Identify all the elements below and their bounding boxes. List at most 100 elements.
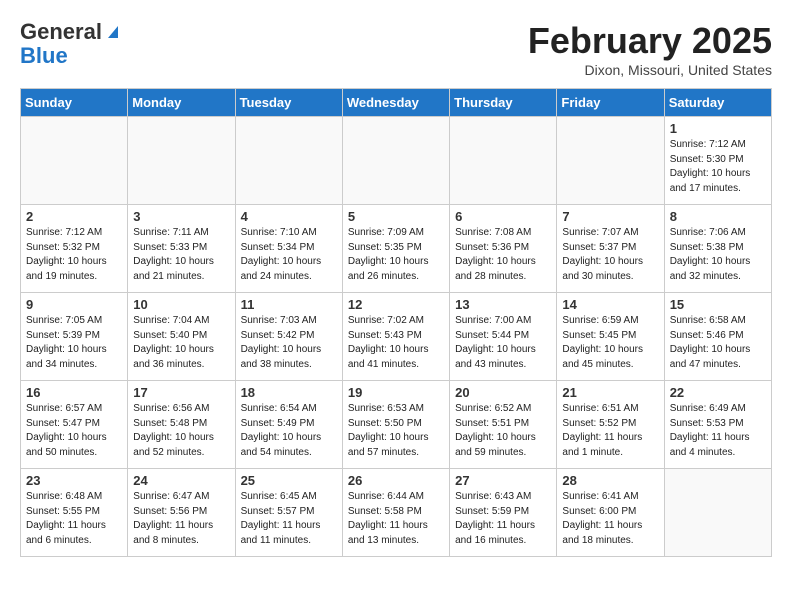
- calendar-cell: [235, 117, 342, 205]
- day-info: Sunrise: 7:00 AM Sunset: 5:44 PM Dayligh…: [455, 314, 551, 372]
- day-number: 21: [562, 385, 658, 400]
- day-info: Sunrise: 6:45 AM Sunset: 5:57 PM Dayligh…: [241, 490, 337, 548]
- calendar-cell: 24Sunrise: 6:47 AM Sunset: 5:56 PM Dayli…: [128, 469, 235, 557]
- day-number: 17: [133, 385, 229, 400]
- day-info: Sunrise: 6:56 AM Sunset: 5:48 PM Dayligh…: [133, 402, 229, 460]
- day-number: 18: [241, 385, 337, 400]
- calendar-cell: 8 Sunrise: 7:06 AM Sunset: 5:38 PM Daylig…: [664, 205, 771, 293]
- day-number: 6: [455, 209, 551, 224]
- calendar-cell: 17 Sunrise: 6:56 AM Sunset: 5:48 PM Dayli…: [128, 381, 235, 469]
- day-number: 14: [562, 297, 658, 312]
- day-info: Sunrise: 6:44 AM Sunset: 5:58 PM Dayligh…: [348, 490, 444, 548]
- day-number: 5: [348, 209, 444, 224]
- day-info: Sunrise: 6:48 AM Sunset: 5:55 PM Dayligh…: [26, 490, 122, 548]
- day-number: 15: [670, 297, 766, 312]
- day-number: 22: [670, 385, 766, 400]
- calendar-cell: [557, 117, 664, 205]
- calendar-cell: [128, 117, 235, 205]
- calendar-week-row: 9 Sunrise: 7:05 AM Sunset: 5:39 PM Daylig…: [21, 293, 772, 381]
- calendar-day-header: Saturday: [664, 89, 771, 117]
- title-block: February 2025 Dixon, Missouri, United St…: [528, 20, 772, 78]
- day-number: 4: [241, 209, 337, 224]
- logo: General Blue: [20, 20, 122, 68]
- logo-general-text: General: [20, 20, 102, 44]
- logo-icon: [104, 22, 122, 40]
- location-text: Dixon, Missouri, United States: [528, 62, 772, 78]
- day-info: Sunrise: 6:57 AM Sunset: 5:47 PM Dayligh…: [26, 402, 122, 460]
- day-info: Sunrise: 6:53 AM Sunset: 5:50 PM Dayligh…: [348, 402, 444, 460]
- calendar-week-row: 16 Sunrise: 6:57 AM Sunset: 5:47 PM Dayli…: [21, 381, 772, 469]
- calendar-day-header: Tuesday: [235, 89, 342, 117]
- calendar-cell: 13Sunrise: 7:00 AM Sunset: 5:44 PM Dayli…: [450, 293, 557, 381]
- calendar-cell: 5 Sunrise: 7:09 AM Sunset: 5:35 PM Daylig…: [342, 205, 449, 293]
- day-number: 11: [241, 297, 337, 312]
- day-info: Sunrise: 6:59 AM Sunset: 5:45 PM Dayligh…: [562, 314, 658, 372]
- calendar-cell: 18 Sunrise: 6:54 AM Sunset: 5:49 PM Dayli…: [235, 381, 342, 469]
- calendar-cell: 6 Sunrise: 7:08 AM Sunset: 5:36 PM Daylig…: [450, 205, 557, 293]
- day-info: Sunrise: 6:49 AM Sunset: 5:53 PM Dayligh…: [670, 402, 766, 460]
- day-number: 28: [562, 473, 658, 488]
- day-info: Sunrise: 7:07 AM Sunset: 5:37 PM Dayligh…: [562, 226, 658, 284]
- day-number: 26: [348, 473, 444, 488]
- calendar-cell: 23 Sunrise: 6:48 AM Sunset: 5:55 PM Dayli…: [21, 469, 128, 557]
- calendar-day-header: Thursday: [450, 89, 557, 117]
- calendar-cell: 16 Sunrise: 6:57 AM Sunset: 5:47 PM Dayli…: [21, 381, 128, 469]
- month-title: February 2025: [528, 20, 772, 62]
- day-number: 2: [26, 209, 122, 224]
- calendar-cell: [342, 117, 449, 205]
- logo-blue-text: Blue: [20, 43, 68, 68]
- day-number: 7: [562, 209, 658, 224]
- day-number: 23: [26, 473, 122, 488]
- calendar-table: SundayMondayTuesdayWednesdayThursdayFrid…: [20, 88, 772, 557]
- calendar-week-row: 1 Sunrise: 7:12 AM Sunset: 5:30 PM Daylig…: [21, 117, 772, 205]
- day-info: Sunrise: 7:09 AM Sunset: 5:35 PM Dayligh…: [348, 226, 444, 284]
- day-info: Sunrise: 7:05 AM Sunset: 5:39 PM Dayligh…: [26, 314, 122, 372]
- day-info: Sunrise: 7:12 AM Sunset: 5:30 PM Dayligh…: [670, 138, 766, 196]
- calendar-day-header: Wednesday: [342, 89, 449, 117]
- calendar-cell: 2 Sunrise: 7:12 AM Sunset: 5:32 PM Daylig…: [21, 205, 128, 293]
- calendar-cell: 15Sunrise: 6:58 AM Sunset: 5:46 PM Dayli…: [664, 293, 771, 381]
- calendar-day-header: Sunday: [21, 89, 128, 117]
- day-info: Sunrise: 7:02 AM Sunset: 5:43 PM Dayligh…: [348, 314, 444, 372]
- day-info: Sunrise: 6:41 AM Sunset: 6:00 PM Dayligh…: [562, 490, 658, 548]
- calendar-header-row: SundayMondayTuesdayWednesdayThursdayFrid…: [21, 89, 772, 117]
- day-info: Sunrise: 7:06 AM Sunset: 5:38 PM Dayligh…: [670, 226, 766, 284]
- day-number: 9: [26, 297, 122, 312]
- day-info: Sunrise: 6:54 AM Sunset: 5:49 PM Dayligh…: [241, 402, 337, 460]
- calendar-cell: 1 Sunrise: 7:12 AM Sunset: 5:30 PM Daylig…: [664, 117, 771, 205]
- calendar-cell: 4 Sunrise: 7:10 AM Sunset: 5:34 PM Daylig…: [235, 205, 342, 293]
- calendar-cell: 3 Sunrise: 7:11 AM Sunset: 5:33 PM Daylig…: [128, 205, 235, 293]
- calendar-day-header: Friday: [557, 89, 664, 117]
- calendar-cell: [450, 117, 557, 205]
- day-number: 10: [133, 297, 229, 312]
- calendar-cell: 9 Sunrise: 7:05 AM Sunset: 5:39 PM Daylig…: [21, 293, 128, 381]
- calendar-day-header: Monday: [128, 89, 235, 117]
- day-info: Sunrise: 7:10 AM Sunset: 5:34 PM Dayligh…: [241, 226, 337, 284]
- day-info: Sunrise: 7:11 AM Sunset: 5:33 PM Dayligh…: [133, 226, 229, 284]
- day-info: Sunrise: 7:08 AM Sunset: 5:36 PM Dayligh…: [455, 226, 551, 284]
- day-info: Sunrise: 6:51 AM Sunset: 5:52 PM Dayligh…: [562, 402, 658, 460]
- day-info: Sunrise: 6:52 AM Sunset: 5:51 PM Dayligh…: [455, 402, 551, 460]
- day-number: 16: [26, 385, 122, 400]
- calendar-cell: [664, 469, 771, 557]
- day-number: 3: [133, 209, 229, 224]
- day-number: 27: [455, 473, 551, 488]
- page-header: General Blue February 2025 Dixon, Missou…: [20, 20, 772, 78]
- calendar-cell: 21 Sunrise: 6:51 AM Sunset: 5:52 PM Dayli…: [557, 381, 664, 469]
- day-number: 1: [670, 121, 766, 136]
- day-number: 8: [670, 209, 766, 224]
- day-info: Sunrise: 7:03 AM Sunset: 5:42 PM Dayligh…: [241, 314, 337, 372]
- day-number: 24: [133, 473, 229, 488]
- calendar-cell: 26 Sunrise: 6:44 AM Sunset: 5:58 PM Dayli…: [342, 469, 449, 557]
- calendar-cell: 11 Sunrise: 7:03 AM Sunset: 5:42 PM Dayli…: [235, 293, 342, 381]
- day-number: 19: [348, 385, 444, 400]
- calendar-cell: 22 Sunrise: 6:49 AM Sunset: 5:53 PM Dayli…: [664, 381, 771, 469]
- calendar-cell: 19 Sunrise: 6:53 AM Sunset: 5:50 PM Dayli…: [342, 381, 449, 469]
- day-info: Sunrise: 6:43 AM Sunset: 5:59 PM Dayligh…: [455, 490, 551, 548]
- calendar-cell: 20 Sunrise: 6:52 AM Sunset: 5:51 PM Dayli…: [450, 381, 557, 469]
- calendar-week-row: 23 Sunrise: 6:48 AM Sunset: 5:55 PM Dayli…: [21, 469, 772, 557]
- day-info: Sunrise: 7:04 AM Sunset: 5:40 PM Dayligh…: [133, 314, 229, 372]
- day-number: 20: [455, 385, 551, 400]
- day-info: Sunrise: 7:12 AM Sunset: 5:32 PM Dayligh…: [26, 226, 122, 284]
- calendar-cell: 10 Sunrise: 7:04 AM Sunset: 5:40 PM Dayli…: [128, 293, 235, 381]
